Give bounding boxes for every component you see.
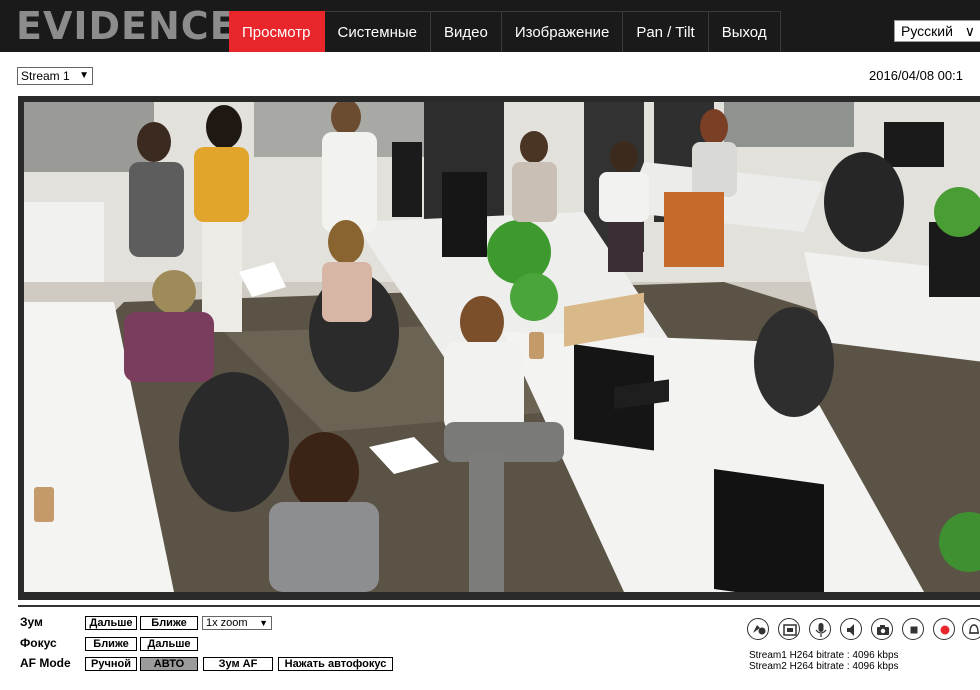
focus-label: Фокус: [20, 636, 57, 650]
alarm-icon: [969, 624, 979, 634]
af-auto-button[interactable]: АВТО: [140, 657, 198, 671]
zoom-out-button[interactable]: Дальше: [85, 616, 137, 630]
language-select[interactable]: Русский ∨: [894, 20, 980, 42]
record-icon: [940, 625, 950, 635]
logo-text: EVIDENCE: [16, 4, 237, 48]
stop-button[interactable]: [902, 618, 924, 640]
stream-select-value: Stream 1: [21, 69, 70, 83]
af-manual-button[interactable]: Ручной: [85, 657, 137, 671]
tab-logout[interactable]: Выход: [708, 11, 781, 52]
tab-image[interactable]: Изображение: [501, 11, 624, 52]
stream2-bitrate: Stream2 H264 bitrate : 4096 kbps: [749, 661, 899, 672]
top-bar: EVIDENCE® Просмотр Системные Видео Изобр…: [0, 0, 980, 52]
zoom-in-button[interactable]: Ближе: [140, 616, 198, 630]
stop-icon: [910, 626, 918, 634]
office-scene-image: [24, 102, 980, 592]
focus-near-button[interactable]: Ближе: [85, 637, 137, 651]
chevron-down-icon: ▼: [259, 618, 268, 628]
af-mode-label: AF Mode: [20, 656, 71, 670]
stream1-bitrate: Stream1 H264 bitrate : 4096 kbps: [749, 650, 899, 661]
fullscreen-icon: [783, 624, 797, 636]
microphone-icon: [815, 623, 827, 637]
datetime-display: 2016/04/08 00:1: [869, 68, 963, 83]
focus-far-button[interactable]: Дальше: [140, 637, 198, 651]
tab-preview[interactable]: Просмотр: [229, 11, 325, 52]
zoom-level-value: 1x zoom: [206, 617, 248, 629]
chevron-down-icon: ▼: [79, 70, 89, 81]
tab-video[interactable]: Видео: [431, 11, 502, 52]
alarm-button[interactable]: [962, 618, 980, 640]
tab-system[interactable]: Системные: [324, 11, 431, 52]
camera-icon: [877, 625, 889, 635]
evidence-logo: EVIDENCE®: [16, 4, 251, 48]
zoom-level-select[interactable]: 1x zoom ▼: [202, 616, 272, 630]
record-button[interactable]: [933, 618, 955, 640]
video-feed[interactable]: [24, 102, 980, 592]
fullscreen-button[interactable]: [778, 618, 800, 640]
tab-pan-tilt[interactable]: Pan / Tilt: [623, 11, 709, 52]
chevron-down-icon: ∨: [964, 23, 975, 39]
speaker-icon: [847, 624, 854, 636]
microphone-button[interactable]: [809, 618, 831, 640]
stream-select[interactable]: Stream 1 ▼: [17, 67, 93, 85]
language-value: Русский: [901, 23, 953, 39]
video-divider: [18, 605, 980, 607]
main-nav: Просмотр Системные Видео Изображение Pan…: [229, 11, 781, 52]
push-autofocus-button[interactable]: Нажать автофокус: [278, 657, 393, 671]
stream-bar: [0, 52, 980, 94]
speaker-button[interactable]: [840, 618, 862, 640]
zoom-label: Зум: [20, 615, 43, 629]
snapshot-button[interactable]: [871, 618, 893, 640]
talk-button[interactable]: [747, 618, 769, 640]
af-zoom-button[interactable]: Зум AF: [203, 657, 273, 671]
talk-icon: [753, 625, 766, 635]
